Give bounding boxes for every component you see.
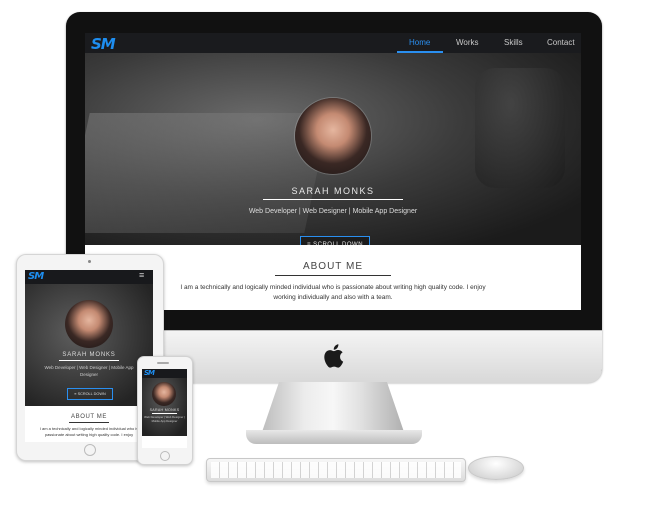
hero-background-mug xyxy=(475,68,565,188)
hero-divider xyxy=(263,199,403,200)
desktop-logo[interactable]: SM xyxy=(91,35,116,53)
phone-avatar xyxy=(152,382,176,406)
tablet-avatar xyxy=(65,300,113,348)
about-divider xyxy=(275,275,391,276)
desktop-navbar: SM Home Works Skills Contact xyxy=(85,33,581,53)
about-text: I am a technically and logically minded … xyxy=(180,284,486,301)
profile-avatar xyxy=(295,98,371,174)
nav-item-home[interactable]: Home xyxy=(409,38,430,47)
nav-item-skills[interactable]: Skills xyxy=(504,38,523,47)
nav-item-works[interactable]: Works xyxy=(456,38,479,47)
phone-navbar: SM xyxy=(142,369,187,378)
phone-hero-name: SARAH MONKS xyxy=(149,408,180,412)
phone-about-section xyxy=(142,436,187,448)
phone-home-button xyxy=(160,451,170,461)
phone-hero: SARAH MONKS Web Developer | Web Designer… xyxy=(142,378,187,436)
phone-logo[interactable]: SM xyxy=(144,369,155,377)
phone-hero-subtitle: Web Developer | Web Designer | Mobile Ap… xyxy=(144,415,185,423)
tablet-screen: SM ≡ SARAH MONKS Web Developer | Web Des… xyxy=(25,270,153,442)
tablet-navbar: SM ≡ xyxy=(25,270,153,284)
tablet-hero-subtitle: Web Developer | Web Designer | Mobile Ap… xyxy=(44,365,134,377)
tablet-hero: SARAH MONKS Web Developer | Web Designer… xyxy=(25,284,153,406)
imac-foot xyxy=(246,430,422,444)
keyboard xyxy=(206,458,466,482)
tablet-about-text: I am a technically and logically minded … xyxy=(39,426,139,437)
nav-item-contact[interactable]: Contact xyxy=(547,38,575,47)
phone-speaker xyxy=(157,362,169,364)
tablet-logo[interactable]: SM xyxy=(28,271,44,282)
apple-logo-icon xyxy=(324,344,344,368)
imac-stand xyxy=(262,382,404,432)
tablet-about-divider xyxy=(69,422,109,423)
desktop-hero: SARAH MONKS Web Developer | Web Designer… xyxy=(85,53,581,254)
tablet-hero-divider xyxy=(59,360,119,361)
tablet-about-title: ABOUT ME xyxy=(70,414,108,420)
hero-name: SARAH MONKS xyxy=(291,186,375,196)
tablet-camera xyxy=(88,260,91,263)
hamburger-menu-icon[interactable]: ≡ xyxy=(139,270,144,280)
tablet-about-section: ABOUT ME I am a technically and logicall… xyxy=(25,406,153,442)
keyboard-keys xyxy=(211,462,461,478)
phone-hero-divider xyxy=(152,413,177,414)
tablet-scroll-down-button[interactable]: ≡ SCROLL DOWN xyxy=(67,388,113,400)
hero-background-laptop xyxy=(85,113,330,233)
mouse xyxy=(468,456,524,480)
tablet-hero-name: SARAH MONKS xyxy=(62,352,116,358)
phone-screen: SM SARAH MONKS Web Developer | Web Desig… xyxy=(142,369,187,448)
tablet-home-button xyxy=(84,444,96,456)
hero-subtitle: Web Developer | Web Designer | Mobile Ap… xyxy=(248,208,418,215)
